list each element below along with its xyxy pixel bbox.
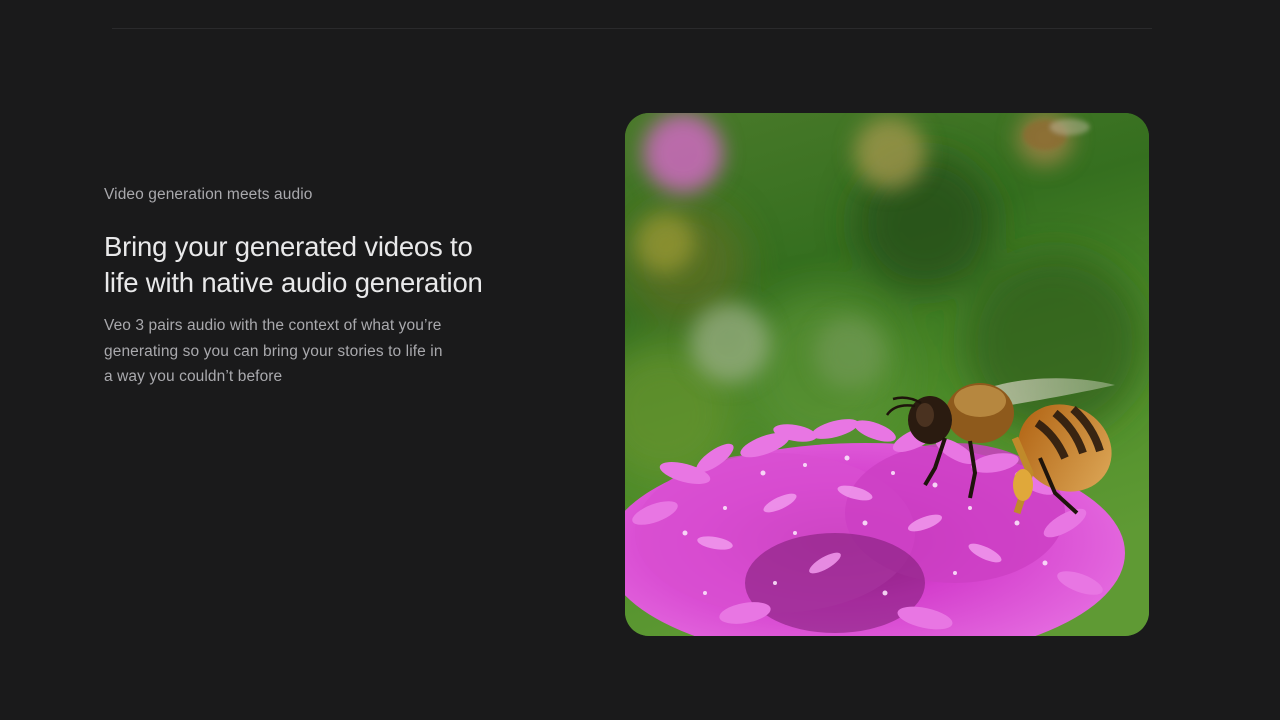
section-eyebrow: Video generation meets audio bbox=[104, 186, 313, 203]
feature-text-block: Video generation meets audio Bring your … bbox=[104, 184, 504, 390]
top-divider bbox=[112, 28, 1152, 29]
section-description: Veo 3 pairs audio with the context of wh… bbox=[104, 317, 443, 385]
section-headline: Bring your generated videos to life with… bbox=[104, 231, 483, 298]
bee-on-flower-illustration bbox=[625, 113, 1149, 636]
bee-on-flower-image bbox=[625, 113, 1149, 636]
